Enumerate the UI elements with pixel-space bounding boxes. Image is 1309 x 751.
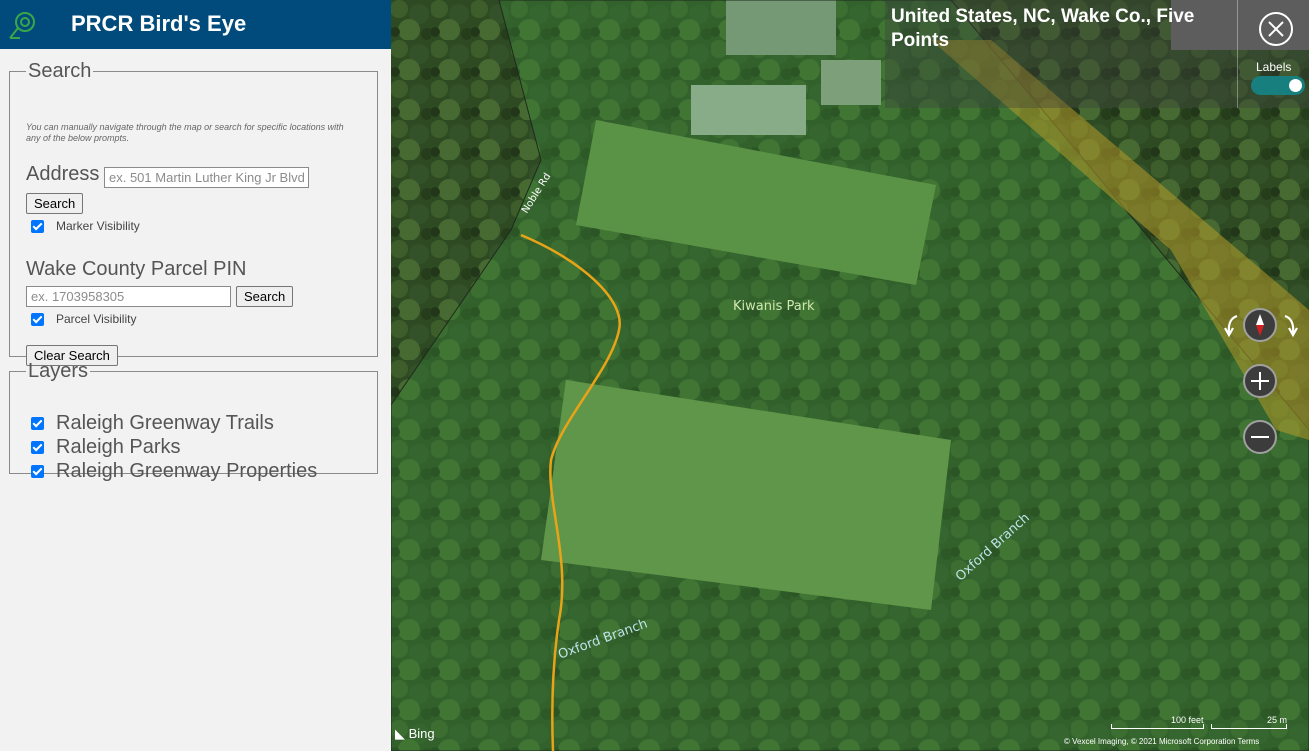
search-legend: Search (28, 60, 92, 82)
layer-checkbox-greenway-properties[interactable] (31, 465, 44, 478)
layer-label: Raleigh Greenway Properties (56, 460, 318, 482)
parcel-visibility-row[interactable]: Parcel Visibility (31, 312, 136, 326)
pin-search-button[interactable]: Search (236, 286, 294, 307)
app-title: PRCR Bird's Eye (71, 11, 247, 36)
marker-visibility-label: Marker Visibility (56, 219, 140, 233)
bing-text: Bing (408, 726, 435, 741)
compass-button[interactable] (1243, 308, 1277, 342)
pin-label: Wake County Parcel PIN (26, 258, 247, 280)
address-input[interactable] (104, 167, 309, 188)
rotate-right-icon[interactable] (1279, 313, 1301, 339)
map-view[interactable]: Kiwanis Park Noble Rd Oxford Branch Oxfo… (391, 0, 1309, 751)
layer-row-greenway-properties[interactable]: Raleigh Greenway Properties (31, 460, 317, 483)
zoom-in-button[interactable] (1243, 364, 1277, 398)
sidebar: PRCR Bird's Eye Search You can manually … (0, 0, 391, 751)
app-header: PRCR Bird's Eye (0, 0, 391, 49)
pin-input[interactable] (26, 286, 231, 307)
bing-icon: ◣ (395, 726, 405, 741)
layers-legend: Layers (28, 360, 89, 382)
park-label: Kiwanis Park (733, 299, 815, 314)
zoom-out-icon (1251, 436, 1269, 438)
scale-meters-text: 25 m (1267, 715, 1288, 725)
parcel-visibility-label: Parcel Visibility (56, 312, 137, 326)
marker-visibility-checkbox[interactable] (31, 219, 44, 233)
toggle-knob (1289, 79, 1302, 92)
location-text: United States, NC, Wake Co., Five Points (891, 6, 1195, 51)
layers-panel: Layers Raleigh Greenway Trails Raleigh P… (9, 360, 378, 482)
zoom-in-icon (1251, 372, 1269, 390)
search-panel: Search You can manually navigate through… (9, 60, 378, 366)
layer-label: Raleigh Greenway Trails (56, 412, 274, 434)
close-icon (1268, 21, 1284, 37)
compass-icon (1256, 314, 1264, 336)
app-logo-icon (9, 12, 35, 39)
close-button[interactable] (1259, 12, 1293, 46)
address-label: Address (26, 163, 100, 185)
address-search-button[interactable]: Search (26, 193, 84, 214)
layer-row-greenway-trails[interactable]: Raleigh Greenway Trails (31, 412, 274, 435)
marker-visibility-row[interactable]: Marker Visibility (31, 219, 140, 233)
search-hint: You can manually navigate through the ma… (26, 122, 344, 143)
layer-row-parks[interactable]: Raleigh Parks (31, 436, 181, 459)
layer-checkbox-greenway-trails[interactable] (31, 417, 44, 430)
labels-toggle-label: Labels (1256, 60, 1292, 74)
bing-logo: ◣ Bing (395, 726, 435, 742)
layer-checkbox-parks[interactable] (31, 441, 44, 454)
parcel-visibility-checkbox[interactable] (31, 312, 44, 326)
layer-label: Raleigh Parks (56, 436, 181, 458)
labels-toggle[interactable] (1251, 76, 1305, 95)
rotate-left-icon[interactable] (1221, 313, 1243, 339)
scale-feet-text: 100 feet (1171, 715, 1204, 725)
zoom-out-button[interactable] (1243, 420, 1277, 454)
aerial-imagery[interactable] (391, 0, 1309, 751)
copyright-text[interactable]: © Vexcel Imaging, © 2021 Microsoft Corpo… (1064, 737, 1259, 746)
